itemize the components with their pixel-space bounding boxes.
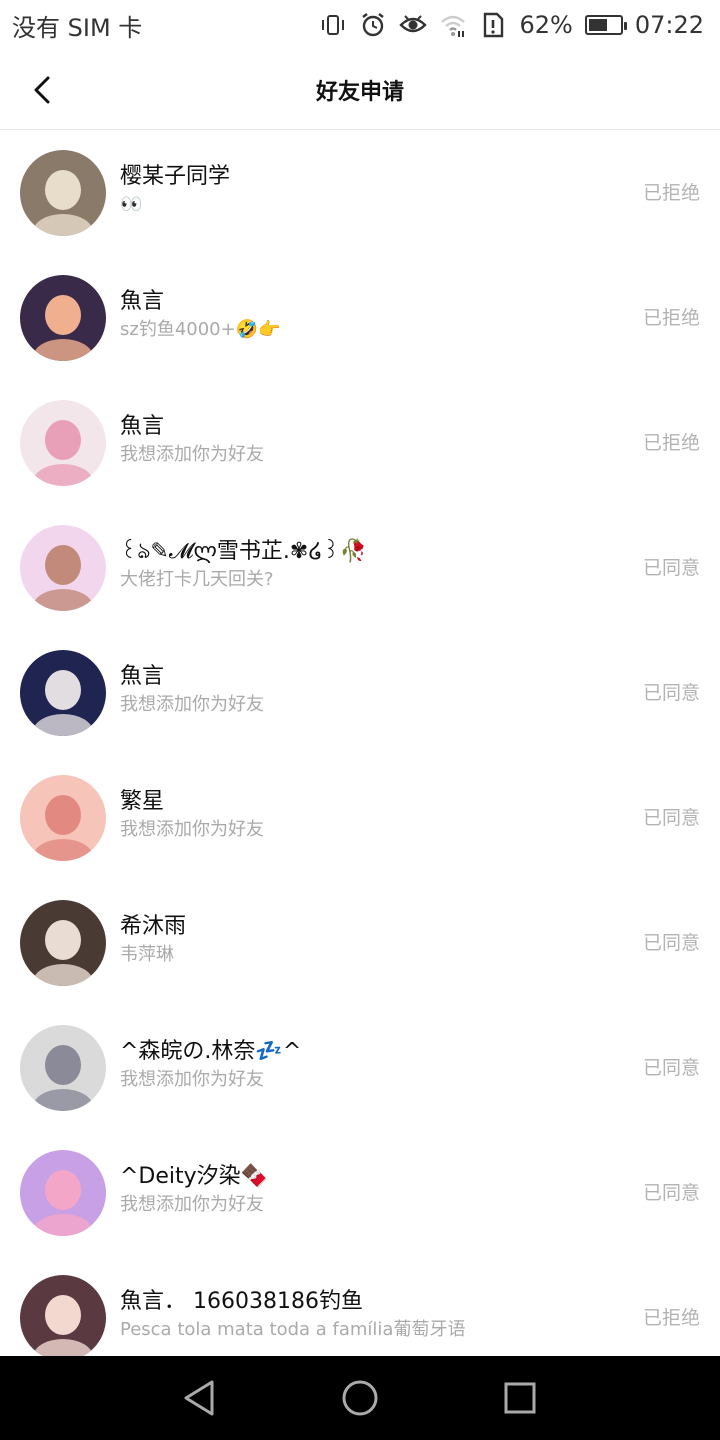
request-message: 我想添加你为好友: [120, 1068, 264, 1090]
request-message: 韦萍琳: [120, 943, 174, 965]
nav-recents-icon: [504, 1382, 536, 1414]
friend-request-item[interactable]: ^森皖の.林奈💤^ 我想添加你为好友 已同意: [0, 1005, 720, 1130]
navigation-bar: [0, 1356, 720, 1440]
request-text: 希沐雨 韦萍琳: [120, 912, 633, 968]
nav-back-button[interactable]: [170, 1368, 230, 1428]
avatar-face: [45, 169, 81, 210]
friend-request-item[interactable]: 魚言 sz钓鱼4000+🤣👉 已拒绝: [0, 255, 720, 380]
requester-name: 魚言: [120, 288, 165, 314]
request-text: 魚言． 166038186钓鱼 Pesca tola mata toda a f…: [120, 1287, 633, 1343]
avatar-face: [45, 419, 81, 460]
friend-request-item[interactable]: 魚言 我想添加你为好友 已拒绝: [0, 380, 720, 505]
avatar-face: [45, 294, 81, 335]
request-text: ^森皖の.林奈💤^ 我想添加你为好友: [120, 1037, 633, 1093]
requester-name: 魚言． 166038186钓鱼: [120, 1288, 363, 1314]
friend-request-item[interactable]: 樱某子同学 👀 已拒绝: [0, 130, 720, 255]
battery-icon: [584, 15, 627, 35]
avatar[interactable]: [20, 1149, 106, 1236]
alarm-icon: [359, 11, 387, 39]
request-message: Pesca tola mata toda a família葡萄牙语: [120, 1318, 466, 1340]
avatar-face: [45, 544, 81, 585]
vibrate-icon: [319, 11, 347, 39]
request-message: 👀: [120, 193, 143, 215]
back-arrow-icon: [34, 76, 50, 104]
request-status: 已拒绝: [642, 431, 700, 454]
request-message: 我想添加你为好友: [120, 693, 264, 715]
avatar[interactable]: [20, 649, 106, 736]
request-message: 我想添加你为好友: [120, 1193, 264, 1215]
battery-level-fill: [588, 19, 608, 31]
friend-request-item[interactable]: ^Deity汐染🍫 我想添加你为好友 已同意: [0, 1130, 720, 1255]
request-status: 已拒绝: [642, 306, 700, 329]
avatar[interactable]: [20, 1274, 106, 1356]
avatar[interactable]: [20, 399, 106, 486]
request-status: 已同意: [642, 1181, 700, 1204]
nav-home-button[interactable]: [330, 1368, 390, 1428]
request-status: 已同意: [642, 806, 700, 829]
back-button[interactable]: [22, 70, 62, 110]
clock: 07:22: [634, 11, 704, 39]
request-text: 樱某子同学 👀: [120, 162, 633, 218]
friend-request-item[interactable]: ꒰ঌ✎𝓜ლ雪书芷.✾໒꒱🥀 大佬打卡几天回关? 已同意: [0, 505, 720, 630]
request-text: 繁星 我想添加你为好友: [120, 787, 633, 843]
request-message: 我想添加你为好友: [120, 818, 264, 840]
request-message: 我想添加你为好友: [120, 443, 264, 465]
request-status: 已同意: [642, 681, 700, 704]
eye-icon: [399, 11, 428, 39]
avatar-face: [45, 919, 81, 960]
requester-name: ^Deity汐染🍫: [120, 1163, 269, 1189]
alert-icon: [479, 11, 507, 39]
requester-name: 樱某子同学: [120, 163, 231, 189]
avatar-face: [45, 1294, 81, 1335]
request-text: 魚言 我想添加你为好友: [120, 412, 633, 468]
header: 好友申请: [0, 50, 720, 130]
status-bar: 没有 SIM 卡 62% 07:22: [0, 0, 720, 50]
request-status: 已同意: [642, 1056, 700, 1079]
avatar-face: [45, 1169, 81, 1210]
friend-request-item[interactable]: 魚言． 166038186钓鱼 Pesca tola mata toda a f…: [0, 1255, 720, 1356]
avatar[interactable]: [20, 149, 106, 236]
requester-name: 魚言: [120, 663, 165, 689]
avatar-face: [45, 669, 81, 710]
friend-request-item[interactable]: 希沐雨 韦萍琳 已同意: [0, 880, 720, 1005]
friend-request-item[interactable]: 魚言 我想添加你为好友 已同意: [0, 630, 720, 755]
avatar[interactable]: [20, 774, 106, 861]
nav-recents-button[interactable]: [490, 1368, 550, 1428]
status-icons: 62% 07:22: [319, 11, 704, 39]
page-title: 好友申请: [315, 79, 404, 105]
requester-name: ^森皖の.林奈💤^: [120, 1038, 302, 1064]
friend-request-list[interactable]: 樱某子同学 👀 已拒绝 魚言 sz钓鱼4000+🤣👉 已拒绝 魚言 我想添加你为…: [0, 130, 720, 1356]
avatar-face: [45, 794, 81, 835]
carrier-label: 没有 SIM 卡: [12, 13, 143, 42]
request-text: 魚言 我想添加你为好友: [120, 662, 633, 718]
avatar-face: [45, 1044, 81, 1085]
request-message: 大佬打卡几天回关?: [120, 568, 274, 590]
requester-name: 繁星: [120, 788, 165, 814]
requester-name: 希沐雨: [120, 913, 187, 939]
screen: 没有 SIM 卡 62% 07:22 好友申请 樱某子同学 👀 已拒绝 魚言 s…: [0, 0, 720, 1440]
request-text: ^Deity汐染🍫 我想添加你为好友: [120, 1162, 633, 1218]
avatar[interactable]: [20, 524, 106, 611]
wifi-icon: [439, 11, 467, 39]
requester-name: ꒰ঌ✎𝓜ლ雪书芷.✾໒꒱🥀: [120, 538, 368, 564]
request-status: 已拒绝: [642, 1306, 700, 1329]
request-status: 已同意: [642, 556, 700, 579]
avatar[interactable]: [20, 274, 106, 361]
request-status: 已同意: [642, 931, 700, 954]
avatar[interactable]: [20, 899, 106, 986]
requester-name: 魚言: [120, 413, 165, 439]
request-text: ꒰ঌ✎𝓜ლ雪书芷.✾໒꒱🥀 大佬打卡几天回关?: [120, 537, 633, 593]
request-status: 已拒绝: [642, 181, 700, 204]
request-message: sz钓鱼4000+🤣👉: [120, 318, 281, 340]
nav-back-icon: [184, 1380, 214, 1416]
request-text: 魚言 sz钓鱼4000+🤣👉: [120, 287, 633, 343]
friend-request-item[interactable]: 繁星 我想添加你为好友 已同意: [0, 755, 720, 880]
nav-home-icon: [342, 1380, 378, 1416]
battery-percent: 62%: [519, 11, 573, 39]
avatar[interactable]: [20, 1024, 106, 1111]
